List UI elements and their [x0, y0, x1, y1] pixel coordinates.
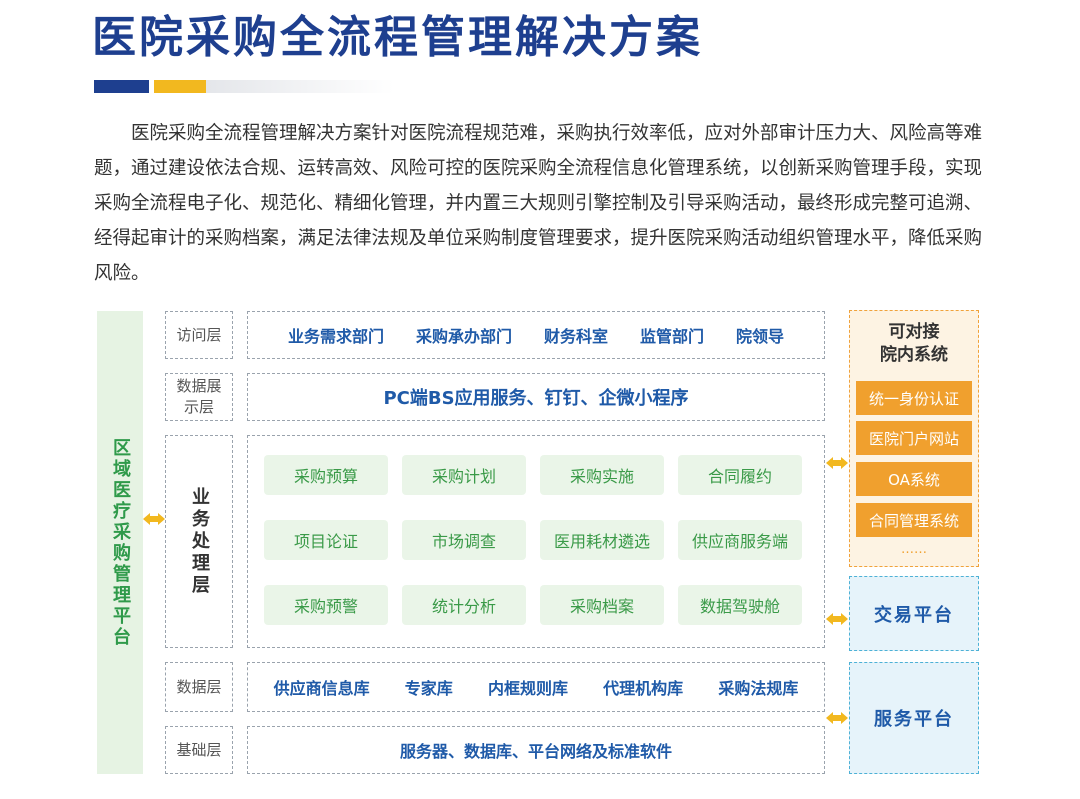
access-layer-box: 业务需求部门 采购承办部门 财务科室 监管部门 院领导 — [247, 311, 825, 359]
business-layer-label: 业务处理层 — [189, 486, 210, 597]
regional-platform-label: 区域医疗采购管理平台 — [110, 437, 131, 648]
business-module: 统计分析 — [402, 585, 526, 625]
access-item: 采购承办部门 — [415, 327, 512, 346]
business-module: 采购档案 — [540, 585, 664, 625]
regional-platform-panel: 区域医疗采购管理平台 — [97, 311, 143, 774]
display-layer-content: PC端BS应用服务、钉钉、企微小程序 — [383, 388, 689, 409]
left-double-arrow-icon — [143, 513, 165, 525]
business-module: 合同履约 — [678, 455, 802, 495]
access-layer-label: 访问层 — [176, 325, 222, 344]
access-layer-label-box: 访问层 — [165, 311, 233, 359]
trade-platform-box: 交易平台 — [849, 576, 979, 651]
business-module: 项目论证 — [264, 520, 388, 560]
business-module: 数据驾驶舱 — [678, 585, 802, 625]
internal-systems-panel: 可对接 院内系统 统一身份认证 医院门户网站 OA系统 合同管理系统 …… — [849, 310, 979, 567]
data-layer-label: 数据层 — [176, 677, 222, 696]
trade-platform-label: 交易平台 — [874, 604, 954, 626]
business-module: 采购预算 — [264, 455, 388, 495]
access-item: 院领导 — [735, 327, 784, 346]
data-layer-box: 供应商信息库 专家库 内框规则库 代理机构库 采购法规库 — [247, 662, 825, 712]
base-layer-box: 服务器、数据库、平台网络及标准软件 — [247, 726, 825, 774]
access-item: 业务需求部门 — [287, 327, 384, 346]
more-systems-ellipsis: …… — [901, 542, 927, 557]
data-item: 专家库 — [404, 679, 453, 698]
data-item: 采购法规库 — [718, 679, 799, 698]
right-double-arrow-icon — [826, 712, 848, 724]
business-module: 市场调查 — [402, 520, 526, 560]
business-module: 采购实施 — [540, 455, 664, 495]
internal-systems-title: 可对接 院内系统 — [880, 322, 948, 365]
business-module: 采购计划 — [402, 455, 526, 495]
access-item: 财务科室 — [543, 327, 608, 346]
right-double-arrow-icon — [826, 613, 848, 625]
base-layer-label: 基础层 — [176, 740, 222, 759]
data-item: 代理机构库 — [603, 679, 684, 698]
access-item: 监管部门 — [639, 327, 704, 346]
internal-system-item: 统一身份认证 — [856, 381, 972, 415]
display-layer-box: PC端BS应用服务、钉钉、企微小程序 — [247, 373, 825, 421]
business-layer-label-box: 业务处理层 — [165, 435, 233, 648]
data-item: 供应商信息库 — [273, 679, 370, 698]
business-module: 供应商服务端 — [678, 520, 802, 560]
display-layer-label-box: 数据展示层 — [165, 373, 233, 421]
internal-system-item: 医院门户网站 — [856, 421, 972, 455]
data-layer-label-box: 数据层 — [165, 662, 233, 712]
page-title: 医院采购全流程管理解决方案 — [92, 12, 703, 63]
internal-system-item: OA系统 — [856, 462, 972, 496]
base-layer-content: 服务器、数据库、平台网络及标准软件 — [399, 742, 672, 761]
title-underline-bar — [94, 80, 394, 93]
intro-paragraph: 医院采购全流程管理解决方案针对医院流程规范难，采购执行效率低，应对外部审计压力大… — [94, 123, 983, 284]
service-platform-box: 服务平台 — [849, 662, 979, 774]
business-module-grid: 采购预算 采购计划 采购实施 合同履约 项目论证 市场调查 医用耗材遴选 供应商… — [264, 455, 804, 630]
right-double-arrow-icon — [826, 457, 848, 469]
service-platform-label: 服务平台 — [874, 709, 954, 730]
base-layer-label-box: 基础层 — [165, 726, 233, 774]
data-item: 内框规则库 — [487, 679, 568, 698]
business-module: 采购预警 — [264, 585, 388, 625]
internal-system-item: 合同管理系统 — [856, 503, 972, 537]
business-module: 医用耗材遴选 — [540, 520, 664, 560]
display-layer-label: 数据展示层 — [176, 377, 222, 416]
